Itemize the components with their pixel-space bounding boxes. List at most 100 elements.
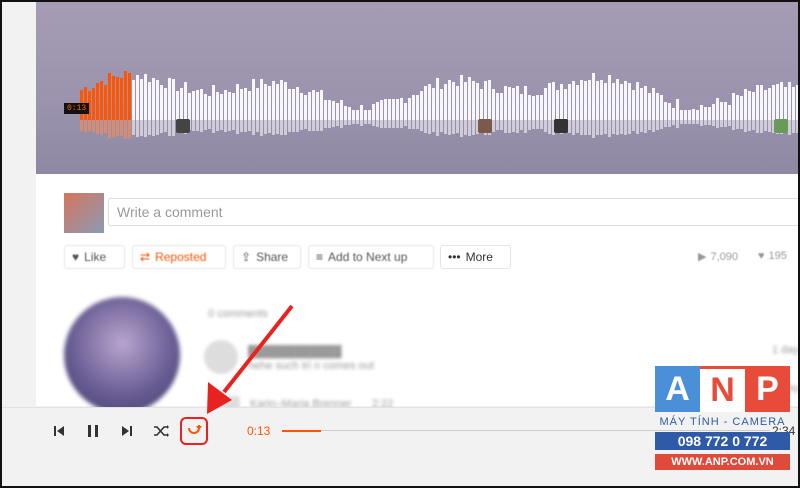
waveform-reflection-bar	[172, 120, 175, 136]
waveform-bar	[480, 88, 483, 120]
waveform-reflection-bar	[364, 120, 367, 124]
waveform-reflection-bar	[460, 120, 463, 138]
waveform-bar	[272, 81, 275, 120]
waveform-bar	[200, 88, 203, 120]
waveform-bar	[500, 92, 503, 120]
waveform-reflection-bar	[724, 120, 727, 127]
waveform-reflection-bar	[296, 120, 299, 133]
waveform-reflection-bar	[100, 120, 103, 135]
user-avatar	[64, 193, 104, 233]
like-button[interactable]: ♥ Like	[64, 245, 125, 269]
waveform-reflection-bar	[608, 120, 611, 138]
waveform-bar	[704, 106, 707, 120]
timed-comment-avatar[interactable]	[554, 119, 568, 133]
more-label: More	[465, 250, 493, 264]
waveform[interactable]	[80, 64, 798, 120]
waveform-reflection-bar	[396, 120, 399, 129]
waveform-bar	[224, 89, 227, 120]
waveform-bar	[236, 84, 239, 120]
waveform-bar	[744, 89, 747, 120]
waveform-bar	[112, 75, 115, 120]
waveform-bar	[604, 82, 607, 120]
waveform-reflection-bar	[340, 120, 343, 128]
waveform-reflection-bar	[628, 120, 631, 134]
waveform-bar	[144, 74, 147, 120]
waveform-reflection-bar	[612, 120, 615, 135]
waveform-bar	[536, 95, 539, 120]
waveform-reflection-bar	[164, 120, 167, 133]
waveform-bar	[552, 81, 555, 120]
waveform-bar	[676, 98, 679, 120]
commenter-avatar[interactable]	[204, 340, 238, 374]
previous-button[interactable]	[50, 422, 68, 440]
waveform-reflection-bar	[92, 120, 95, 133]
waveform-bar	[168, 77, 171, 120]
repeat-button[interactable]	[180, 417, 208, 445]
heart-icon: ♥	[758, 250, 765, 262]
waveform-reflection-bar	[240, 120, 243, 132]
waveform-bar	[476, 83, 479, 120]
waveform-reflection-bar	[232, 120, 235, 131]
waveform-bar	[204, 94, 207, 120]
waveform-reflection-bar	[88, 120, 91, 131]
waveform-reflection-bar	[344, 120, 347, 126]
waveform-bar	[756, 84, 759, 120]
play-icon: ▶	[698, 251, 707, 263]
waveform-bar	[796, 84, 798, 120]
more-button[interactable]: ••• More	[440, 245, 511, 269]
waveform-bar	[636, 82, 639, 120]
timed-comment-avatar[interactable]	[774, 119, 788, 133]
waveform-reflection-bar	[384, 120, 387, 128]
waveform-reflection-bar	[300, 120, 303, 131]
waveform-reflection-bar	[160, 120, 163, 134]
waveform-bar	[332, 101, 335, 120]
add-to-next-up-button[interactable]: ≡ Add to Next up	[308, 245, 434, 269]
waveform-bar	[388, 99, 391, 120]
waveform-reflection-bar	[420, 120, 423, 131]
comment-time-ago: 1 day	[772, 344, 799, 356]
next-button[interactable]	[118, 422, 136, 440]
shuffle-button[interactable]	[152, 422, 170, 440]
waveform-bar	[160, 84, 163, 120]
waveform-reflection-bar	[336, 120, 339, 127]
progress-fill	[282, 430, 322, 432]
waveform-bar	[320, 90, 323, 120]
waveform-bar	[136, 75, 139, 120]
waveform-bar	[356, 110, 359, 120]
waveform-reflection-bar	[256, 120, 259, 133]
waveform-bar	[312, 90, 315, 120]
waveform-bar	[728, 104, 731, 120]
waveform-bar	[700, 105, 703, 120]
waveform-reflection-bar	[120, 120, 123, 136]
waveform-reflection-bar	[224, 120, 227, 132]
waveform-bar	[420, 91, 423, 120]
waveform-reflection-bar	[644, 120, 647, 133]
waveform-reflection-bar	[600, 120, 603, 136]
track-hero: 0:13	[36, 2, 798, 174]
waveform-reflection-bar	[624, 120, 627, 135]
pause-button[interactable]	[84, 422, 102, 440]
waveform-bar	[324, 100, 327, 120]
repost-button[interactable]: ⇄ Reposted	[132, 245, 226, 269]
waveform-bar	[96, 83, 99, 120]
waveform-reflection-bar	[512, 120, 515, 133]
waveform-bar	[344, 105, 347, 120]
comment-input[interactable]	[108, 198, 798, 226]
waveform-reflection-bar	[352, 120, 355, 124]
waveform-reflection-bar	[760, 120, 763, 134]
waveform-bar	[404, 103, 407, 120]
timed-comment-avatar[interactable]	[478, 119, 492, 133]
waveform-reflection-bar	[660, 120, 663, 130]
waveform-reflection-bar	[764, 120, 767, 132]
waveform-reflection-bar	[112, 120, 115, 137]
waveform-reflection-bar	[632, 120, 635, 132]
comments-count: 0 comments	[208, 308, 268, 320]
timed-comment-avatar[interactable]	[176, 119, 190, 133]
waveform-reflection-bar	[456, 120, 459, 133]
waveform-reflection-bar	[588, 120, 591, 136]
waveform-reflection-bar	[192, 120, 195, 132]
waveform-reflection-bar	[516, 120, 519, 134]
waveform-bar	[188, 93, 191, 120]
artist-avatar[interactable]	[64, 297, 180, 413]
share-button[interactable]: ⇪ Share	[233, 245, 301, 269]
